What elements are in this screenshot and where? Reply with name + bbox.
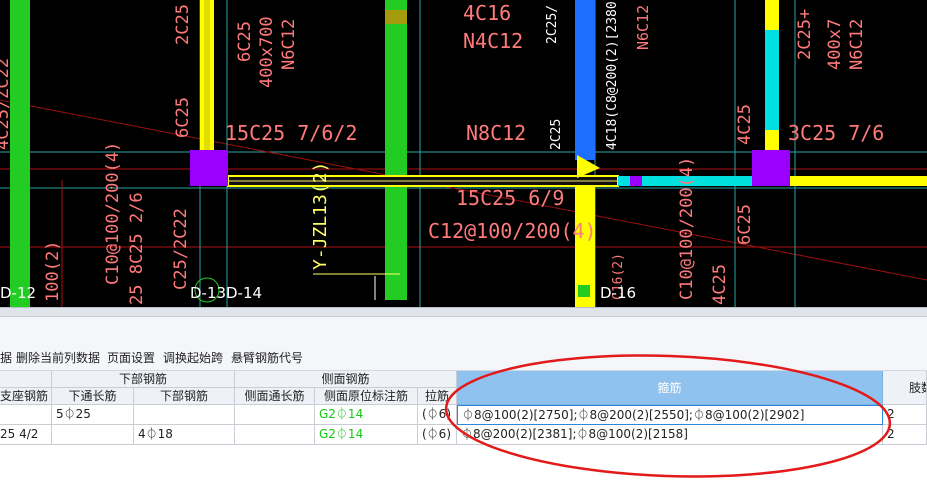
cell-bottom-through[interactable]: 5⏀25 <box>52 405 134 425</box>
column-marker <box>385 10 407 24</box>
panel-splitter[interactable] <box>0 307 927 317</box>
axis-label: D-12 <box>0 284 36 302</box>
annotation: C25/2C22 <box>171 208 191 290</box>
support-node[interactable] <box>190 150 228 186</box>
column-marker-small <box>578 285 590 297</box>
annotation: N6C12 <box>847 19 867 70</box>
annotation: 25 8C25 2/6 <box>127 192 147 305</box>
header-side-through[interactable]: 侧面通长筋 <box>235 388 315 405</box>
toolbar-item-data[interactable]: 据 <box>0 349 12 366</box>
header-bottom-rebar: 下部钢筋 <box>52 371 235 388</box>
annotation: 2C25 <box>173 4 193 45</box>
header-support-rebar[interactable]: 支座钢筋 <box>0 388 52 405</box>
axis-label: D-13 <box>190 284 226 302</box>
swap-start-span-button[interactable]: 调换起始跨 <box>163 349 223 366</box>
header-stirrup[interactable]: 箍筋 <box>457 371 883 405</box>
annotation: N8C12 <box>466 121 526 145</box>
cell-tie[interactable]: (⏀6) <box>418 405 457 425</box>
cell-tie[interactable]: (⏀6) <box>418 425 457 445</box>
cell-stirrup[interactable]: ⏀8@200(2)[2381];⏀8@100(2)[2158] <box>457 425 883 445</box>
annotation: 400x700 <box>257 16 277 88</box>
cad-drawing: 2C25 6C25 400x700 N6C12 4C16 N4C12 2C25/… <box>0 0 927 307</box>
column-left[interactable] <box>10 0 30 307</box>
beam-horizontal-right[interactable] <box>790 176 927 186</box>
table-toolbar: 据 删除当前列数据 页面设置 调换起始跨 悬臂钢筋代号 <box>0 342 927 371</box>
annotation: 4C25 <box>735 104 755 145</box>
cell-side-in-situ[interactable]: G2⏀14 <box>315 405 418 425</box>
annotation: C12@100/200(4) <box>428 219 597 243</box>
annotation: N6C12 <box>279 19 299 70</box>
annotation: 400x7 <box>825 19 845 70</box>
cell-side-in-situ[interactable]: G2⏀14 <box>315 425 418 445</box>
annotation: 15C25 7/6/2 <box>225 121 357 145</box>
annotation: 4C18(C8@200(2)[2380]) <box>605 0 620 150</box>
beam-vertical-blue[interactable] <box>575 0 595 160</box>
annotation: 6C25 <box>235 21 255 62</box>
cell-side-through[interactable] <box>235 405 315 425</box>
annotation: 2C25/ <box>545 5 560 44</box>
axis-label: D-14 <box>226 284 262 302</box>
annotation: C10@100/200(4) <box>677 157 697 300</box>
beam-vertical-right-cyan <box>765 30 779 130</box>
header-side-in-situ[interactable]: 侧面原位标注筋 <box>315 388 418 405</box>
cad-drawing-viewport[interactable]: 2C25 6C25 400x700 N6C12 4C16 N4C12 2C25/… <box>0 0 927 307</box>
axis-label: D-16 <box>600 284 636 302</box>
cell-stirrup-selected[interactable]: ⏀8@100(2)[2750];⏀8@200(2)[2550];⏀8@100(2… <box>457 405 883 425</box>
header-legs[interactable]: 肢数 <box>883 371 927 405</box>
annotation: 100(2) <box>43 241 63 302</box>
header-bottom-through[interactable]: 下通长筋 <box>52 388 134 405</box>
delete-column-data-button[interactable]: 删除当前列数据 <box>16 349 100 366</box>
cell-side-through[interactable] <box>235 425 315 445</box>
header-spacer <box>0 371 52 388</box>
support-node[interactable] <box>752 150 790 186</box>
cell-legs[interactable]: 2 <box>883 405 927 425</box>
annotation: C10@100/200(4) <box>103 142 123 285</box>
panel-header-area <box>0 317 927 342</box>
cell-legs[interactable]: 2 <box>883 425 927 445</box>
cantilever-rebar-code-button[interactable]: 悬臂钢筋代号 <box>231 349 303 366</box>
annotation: 15C25 6/9 <box>456 186 564 210</box>
annotation: 4C16 <box>463 1 511 25</box>
rebar-table: 下部钢筋 侧面钢筋 箍筋 肢数 支座钢筋 下通长筋 下部钢筋 侧面通长筋 侧面原… <box>0 371 927 490</box>
annotation: 6C25 <box>735 204 755 245</box>
cell-support[interactable]: 25 4/2 <box>0 425 52 445</box>
annotation: 2C25+ <box>795 9 815 60</box>
annotation: Y-JZL13(2) <box>310 162 331 270</box>
cell-bottom-bar[interactable]: 4⏀18 <box>134 425 235 445</box>
annotation: 4C25/ZC22 <box>0 58 13 150</box>
page-setup-button[interactable]: 页面设置 <box>107 349 155 366</box>
annotation: 4C25 <box>710 264 730 305</box>
annotation: N6C12 <box>634 5 652 50</box>
beam-vertical-yellow-inner <box>204 0 210 150</box>
annotation: 6C25 <box>173 97 193 138</box>
header-bottom-bar[interactable]: 下部钢筋 <box>134 388 235 405</box>
annotation: 2C25 <box>549 119 564 150</box>
annotation: N4C12 <box>463 29 523 53</box>
cell-bottom-through[interactable] <box>52 425 134 445</box>
header-side-rebar: 侧面钢筋 <box>235 371 457 388</box>
cell-support[interactable] <box>0 405 52 425</box>
support-node-small <box>630 176 642 186</box>
annotation: 3C25 7/6 <box>788 121 884 145</box>
cell-bottom-bar[interactable] <box>134 405 235 425</box>
column-middle[interactable] <box>385 0 407 300</box>
header-tie[interactable]: 拉筋 <box>418 388 457 405</box>
